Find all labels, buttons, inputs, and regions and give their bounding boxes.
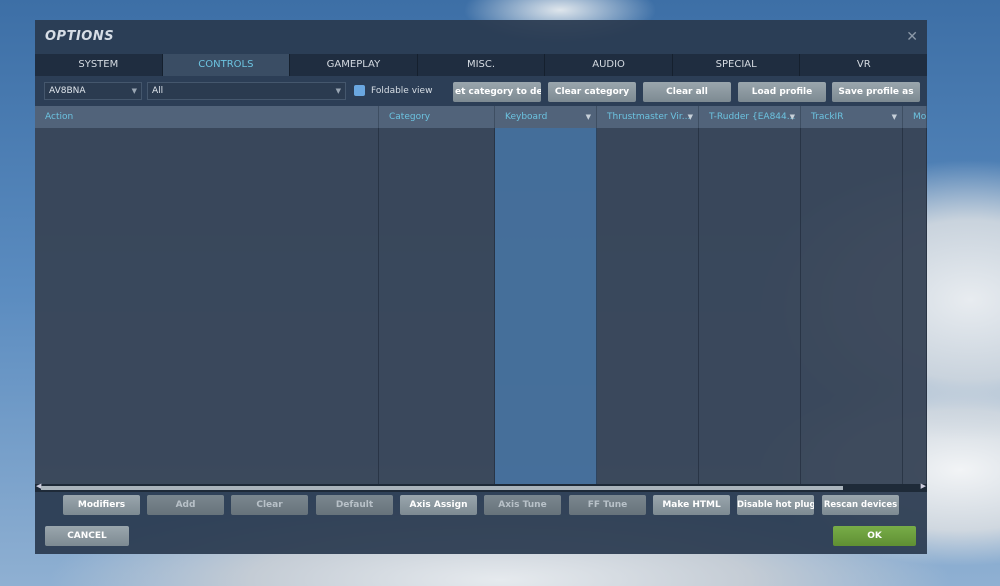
tab-vr[interactable]: VR — [800, 54, 927, 76]
rescan-devices-button[interactable]: Rescan devices — [822, 495, 899, 515]
foldable-view-checkbox[interactable] — [354, 85, 365, 96]
clear-all-button[interactable]: Clear all — [643, 82, 731, 102]
bindings-grid: Action Category Keyboard ▼ Thrustmaster V… — [35, 106, 927, 484]
scroll-right-icon[interactable]: ▶ — [921, 482, 926, 490]
aircraft-select-value: AV8BNA — [49, 86, 86, 96]
chevron-down-icon: ▼ — [585, 113, 591, 121]
load-profile-button[interactable]: Load profile — [738, 82, 826, 102]
column-header-label: Category — [389, 112, 431, 122]
column-header-label: Keyboard — [505, 112, 548, 122]
cancel-button[interactable]: CANCEL — [45, 526, 129, 546]
save-profile-as-button[interactable]: Save profile as — [832, 82, 920, 102]
column-header-category[interactable]: Category — [379, 106, 495, 128]
tab-audio[interactable]: AUDIO — [545, 54, 673, 76]
column-thrustmaster — [597, 128, 699, 484]
category-select[interactable]: All ▼ — [147, 82, 346, 100]
clear-category-button[interactable]: Clear category — [548, 82, 636, 102]
axis-assign-button[interactable]: Axis Assign — [400, 495, 477, 515]
chevron-down-icon: ▼ — [891, 113, 897, 121]
column-header-thrustmaster[interactable]: Thrustmaster Vir... ▼ — [597, 106, 699, 128]
column-trackir — [801, 128, 903, 484]
column-header-label: T-Rudder {EA844... — [709, 112, 796, 122]
horizontal-scrollbar[interactable]: ◀ ▶ — [35, 482, 927, 492]
chevron-down-icon: ▼ — [687, 113, 693, 121]
column-mouse — [903, 128, 927, 484]
column-category — [379, 128, 495, 484]
column-trudder — [699, 128, 801, 484]
tab-controls[interactable]: CONTROLS — [162, 54, 291, 76]
column-keyboard — [495, 128, 597, 484]
dialog-title: OPTIONS — [45, 29, 115, 44]
chevron-down-icon: ▼ — [335, 87, 341, 95]
default-button[interactable]: Default — [316, 495, 393, 515]
column-action — [35, 128, 379, 484]
column-header-trackir[interactable]: TrackIR ▼ — [801, 106, 903, 128]
chevron-down-icon: ▼ — [131, 87, 137, 95]
column-header-mouse[interactable]: Mou — [903, 106, 927, 128]
modifiers-button[interactable]: Modifiers — [63, 495, 140, 515]
column-header-trudder[interactable]: T-Rudder {EA844... ▼ — [699, 106, 801, 128]
column-header-label: Mou — [913, 112, 927, 122]
column-header-action[interactable]: Action — [35, 106, 379, 128]
column-header-keyboard[interactable]: Keyboard ▼ — [495, 106, 597, 128]
tab-bar: SYSTEM CONTROLS GAMEPLAY MISC. AUDIO SPE… — [35, 54, 927, 76]
disable-hot-plug-button[interactable]: Disable hot plug — [737, 495, 814, 515]
axis-tune-button[interactable]: Axis Tune — [484, 495, 561, 515]
options-dialog: OPTIONS ✕ SYSTEM CONTROLS GAMEPLAY MISC.… — [35, 20, 927, 554]
close-icon[interactable]: ✕ — [906, 29, 918, 45]
column-header-label: Thrustmaster Vir... — [607, 112, 691, 122]
clear-button[interactable]: Clear — [231, 495, 308, 515]
make-html-button[interactable]: Make HTML — [653, 495, 730, 515]
column-header-label: Action — [45, 112, 74, 122]
tab-gameplay[interactable]: GAMEPLAY — [290, 54, 418, 76]
reset-category-button[interactable]: et category to defa — [453, 82, 541, 102]
category-select-value: All — [152, 86, 164, 96]
chevron-down-icon: ▼ — [789, 113, 795, 121]
tab-special[interactable]: SPECIAL — [673, 54, 801, 76]
ok-button[interactable]: OK — [833, 526, 916, 546]
scrollbar-thumb[interactable] — [41, 486, 843, 490]
tab-misc[interactable]: MISC. — [418, 54, 546, 76]
column-header-label: TrackIR — [811, 112, 844, 122]
tab-system[interactable]: SYSTEM — [35, 54, 163, 76]
aircraft-select[interactable]: AV8BNA ▼ — [44, 82, 142, 100]
foldable-view-label: Foldable view — [371, 86, 433, 96]
ff-tune-button[interactable]: FF Tune — [569, 495, 646, 515]
add-button[interactable]: Add — [147, 495, 224, 515]
